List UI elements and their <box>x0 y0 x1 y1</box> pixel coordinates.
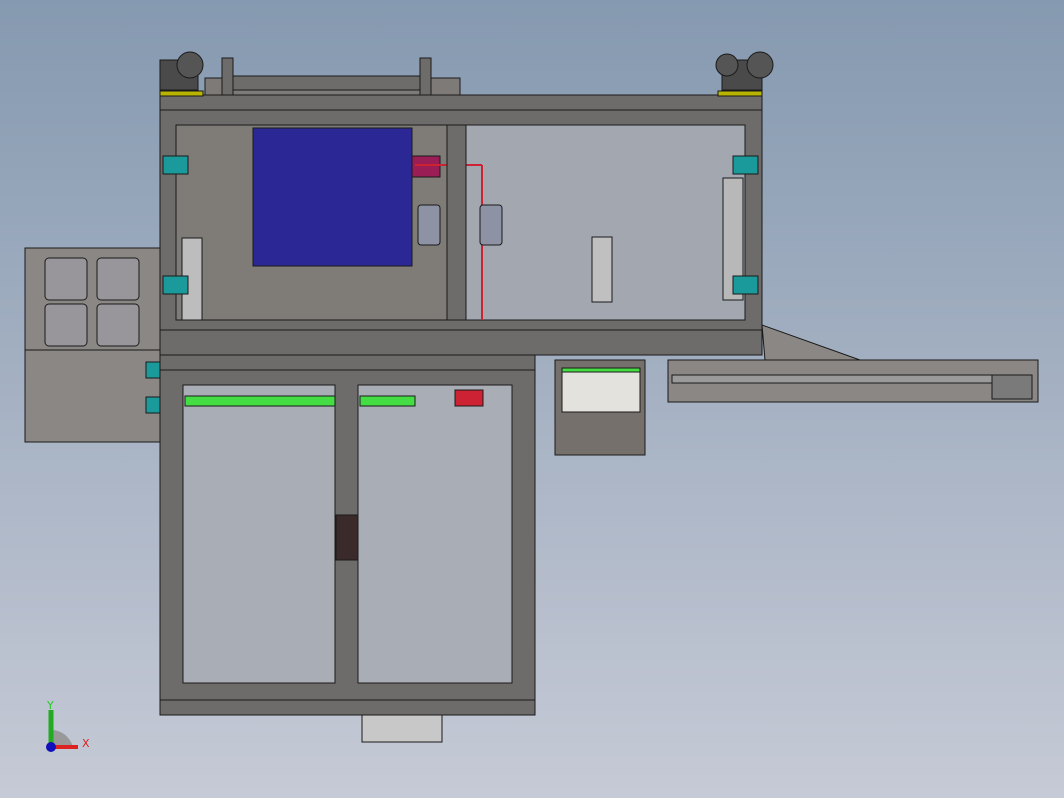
green-rail <box>184 395 336 407</box>
bottom-funnel <box>361 714 443 743</box>
motor <box>591 236 613 303</box>
caster-right <box>715 51 774 97</box>
x-axis-label: X <box>82 737 90 750</box>
center-unit <box>554 359 646 456</box>
top-frame-extension <box>204 57 461 97</box>
spring <box>454 389 484 407</box>
blue-screen-panel <box>252 127 413 267</box>
green-rail <box>359 395 416 407</box>
door-handle[interactable] <box>417 204 441 246</box>
y-axis-label: Y <box>46 699 54 712</box>
left-side-panel <box>24 247 163 443</box>
door-handle[interactable] <box>479 204 503 246</box>
axis-triad: Y X <box>46 699 90 752</box>
cad-viewport[interactable]: Y X <box>0 0 1064 798</box>
caster-left <box>159 51 204 97</box>
red-block <box>411 155 441 178</box>
lower-cabinet <box>159 354 536 716</box>
upper-cabinet <box>159 94 763 356</box>
